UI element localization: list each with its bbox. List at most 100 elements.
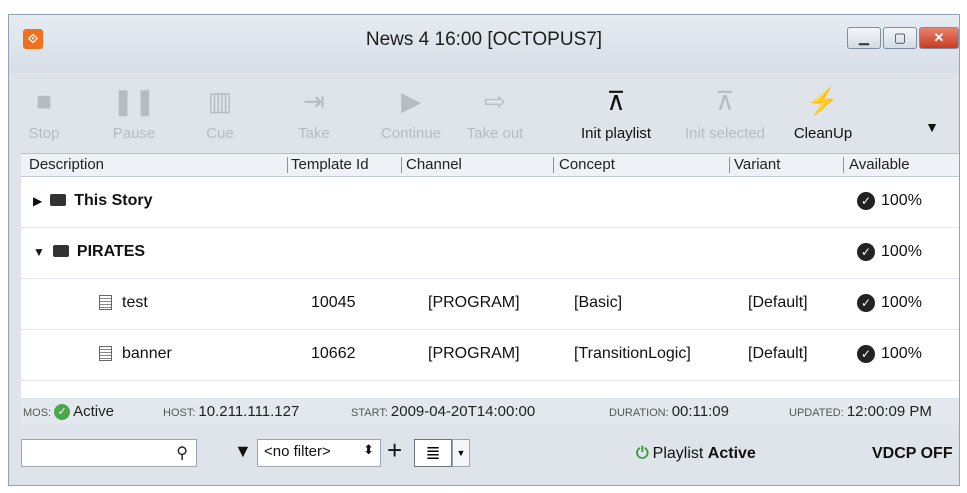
title-bar[interactable]: ⟐ News 4 16:00 [OCTOPUS7] ▁ ▢ ✕ [9, 15, 959, 73]
toolbar: ■ Stop ❚❚ Pause ▥ Cue ⇥ Take ▶ Continue … [9, 73, 959, 153]
table-row[interactable]: ▼ PIRATES ✓ 100% [21, 228, 959, 279]
cleanup-label: CleanUp [793, 125, 853, 142]
column-divider[interactable] [843, 157, 844, 173]
updated-status: UPDATED: 12:00:09 PM [789, 403, 932, 420]
init-selected-icon: ⊼ [715, 86, 735, 116]
application-window: ⟐ News 4 16:00 [OCTOPUS7] ▁ ▢ ✕ ■ Stop ❚… [8, 14, 960, 486]
updated-value: 12:00:09 PM [846, 403, 932, 420]
folder-icon [52, 244, 69, 257]
search-icon[interactable]: ⚲ [176, 443, 188, 463]
column-header-description[interactable]: Description [29, 156, 104, 173]
available-cell: ✓ 100% [857, 243, 922, 261]
list-view-button[interactable]: ≣ [414, 439, 452, 467]
stop-button[interactable]: ■ Stop [19, 73, 69, 153]
available-cell: ✓ 100% [857, 345, 922, 363]
start-status: START: 2009-04-20T14:00:00 [351, 403, 535, 420]
init-selected-button[interactable]: ⊼ Init selected [671, 73, 779, 153]
chevron-down-icon: ▼ [456, 448, 466, 458]
duration-value: 00:11:09 [671, 403, 729, 420]
expand-triangle-icon[interactable]: ▶ [33, 194, 42, 208]
maximize-button[interactable]: ▢ [883, 27, 917, 49]
row-available: 100% [881, 192, 922, 210]
column-divider[interactable] [287, 157, 288, 173]
filter-select[interactable]: <no filter> ⬍ [257, 439, 381, 467]
column-header-channel[interactable]: Channel [406, 156, 462, 173]
row-description: PIRATES [76, 243, 146, 260]
minimize-button[interactable]: ▁ [847, 27, 881, 49]
collapse-triangle-icon[interactable]: ▼ [33, 245, 45, 259]
mos-key: MOS: [23, 407, 52, 419]
list-view-icon: ≣ [425, 443, 441, 463]
take-out-icon: ⇨ [484, 86, 506, 116]
search-box[interactable]: ⚲ [21, 439, 197, 467]
channel-cell: [PROGRAM] [428, 345, 520, 362]
folder-icon [50, 193, 67, 206]
column-divider[interactable] [553, 157, 554, 173]
column-divider[interactable] [729, 157, 730, 173]
available-cell: ✓ 100% [857, 294, 922, 312]
cleanup-icon: ⚡ [806, 86, 840, 116]
stop-label: Stop [28, 125, 60, 142]
cleanup-button[interactable]: ⚡ CleanUp [783, 73, 863, 153]
take-button[interactable]: ⇥ Take [289, 73, 339, 153]
template-document-icon [99, 346, 112, 362]
playlist-state: Active [707, 445, 756, 462]
concept-cell: [Basic] [574, 294, 623, 311]
pause-label: Pause [112, 125, 156, 142]
continue-icon: ▶ [401, 86, 421, 116]
description-cell: ▶ This Story [33, 192, 152, 210]
column-divider[interactable] [401, 157, 402, 173]
duration-key: DURATION: [609, 407, 669, 419]
host-value: 10.211.111.127 [198, 403, 300, 420]
list-view-dropdown[interactable]: ▼ [452, 439, 470, 467]
add-button[interactable]: + [387, 436, 402, 464]
search-input[interactable] [26, 440, 170, 466]
take-label: Take [298, 125, 330, 142]
power-icon: ⏻ [636, 445, 649, 462]
start-key: START: [351, 407, 388, 419]
table-row[interactable]: banner 10662 [PROGRAM] [TransitionLogic]… [21, 330, 959, 381]
variant-cell: [Default] [748, 294, 808, 311]
stop-icon: ■ [36, 86, 52, 116]
column-header-concept[interactable]: Concept [559, 156, 615, 173]
vdcp-status: VDCP OFF [872, 445, 953, 462]
cue-button[interactable]: ▥ Cue [195, 73, 245, 153]
toolbar-more-chevron-down-icon[interactable]: ▼ [925, 119, 939, 135]
close-button[interactable]: ✕ [919, 27, 959, 49]
template-document-icon [99, 295, 112, 311]
init-selected-label: Init selected [684, 125, 766, 142]
cue-icon: ▥ [207, 86, 233, 116]
window-title: News 4 16:00 [OCTOPUS7] [365, 29, 603, 50]
row-available: 100% [881, 345, 922, 363]
description-cell: banner [99, 345, 172, 363]
column-header-variant[interactable]: Variant [734, 156, 780, 173]
table-row[interactable]: test 10045 [PROGRAM] [Basic] [Default] ✓… [21, 279, 959, 330]
row-available: 100% [881, 294, 922, 312]
check-circle-icon: ✓ [857, 243, 875, 261]
updated-key: UPDATED: [789, 407, 844, 419]
host-status: HOST: 10.211.111.127 [163, 403, 299, 420]
channel-cell: [PROGRAM] [428, 294, 520, 311]
playlist-status: ⏻ Playlist Active [636, 445, 756, 463]
mos-status: MOS: ✓ Active [23, 403, 114, 421]
cue-label: Cue [206, 125, 234, 142]
table-row[interactable]: ▶ This Story ✓ 100% [21, 177, 959, 228]
take-out-button[interactable]: ⇨ Take out [455, 73, 535, 153]
pause-button[interactable]: ❚❚ Pause [103, 73, 165, 153]
variant-cell: [Default] [748, 345, 808, 362]
start-value: 2009-04-20T14:00:00 [390, 403, 536, 420]
filter-value: <no filter> [264, 443, 331, 460]
available-cell: ✓ 100% [857, 192, 922, 210]
template-id-cell: 10045 [311, 294, 356, 311]
check-circle-icon: ✓ [857, 345, 875, 363]
column-header-available[interactable]: Available [849, 156, 910, 173]
continue-button[interactable]: ▶ Continue [373, 73, 449, 153]
template-id-cell: 10662 [311, 345, 356, 362]
host-key: HOST: [163, 407, 196, 419]
init-playlist-button[interactable]: ⊼ Init playlist [563, 73, 669, 153]
init-playlist-label: Init playlist [580, 125, 652, 142]
filter-icon: ▼ [234, 441, 252, 461]
table-header: Description Template Id Channel Concept … [21, 154, 959, 177]
column-header-template-id[interactable]: Template Id [291, 156, 369, 173]
playlist-table: Description Template Id Channel Concept … [21, 153, 959, 398]
